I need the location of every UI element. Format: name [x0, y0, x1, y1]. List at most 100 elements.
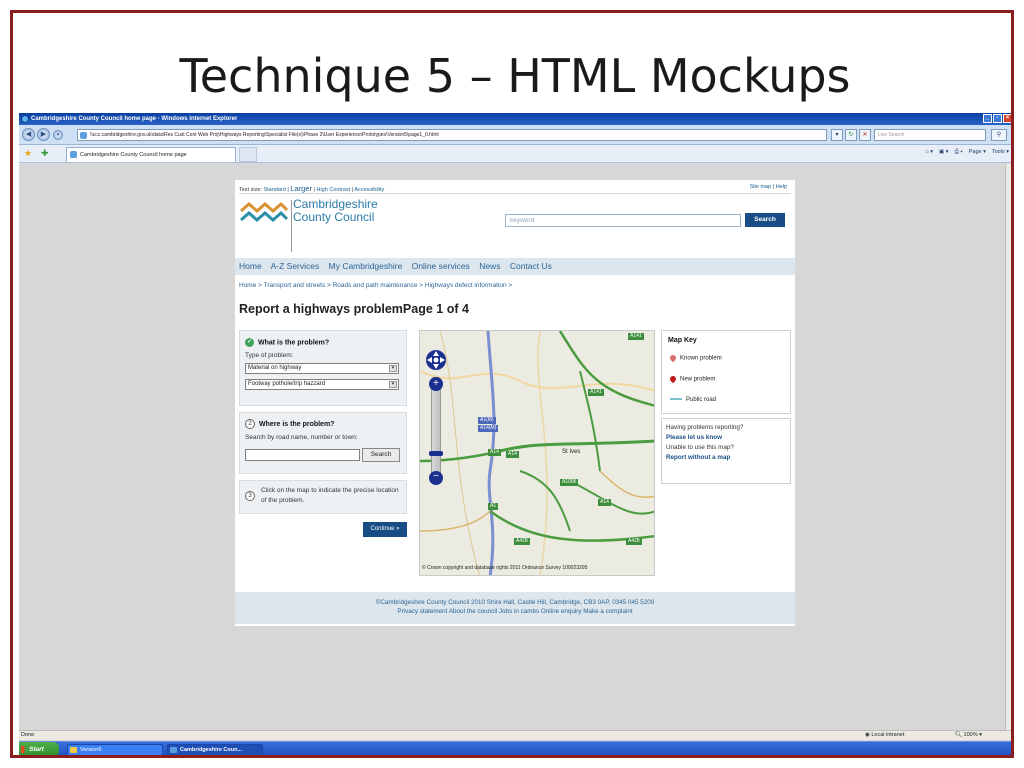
continue-button[interactable]: Continue » [363, 522, 407, 537]
help-question: Unable to use this map? [666, 444, 734, 451]
browser-window: Cambridgeshire County Council home page … [19, 113, 1011, 755]
search-icon[interactable]: ⚲ [991, 129, 1007, 141]
site-search-input[interactable]: keyword [505, 214, 741, 227]
road-search-button[interactable]: Search [362, 448, 400, 462]
print-icon[interactable]: ⎙ ▾ [954, 149, 962, 156]
zoom-level[interactable]: 🔍︎ 100% ▾ [955, 731, 982, 740]
council-logo[interactable]: Cambridgeshire County Council [239, 198, 378, 252]
stop-icon[interactable]: ✕ [859, 129, 871, 141]
let-us-know-link[interactable]: Please let us know [666, 433, 786, 443]
main-nav: Home A-Z Services My Cambridgeshire Onli… [235, 258, 795, 275]
problem-type-select[interactable]: Material on highway ▾ [245, 363, 399, 374]
start-button[interactable]: Start [19, 742, 59, 755]
tab-toolbar: ★ ✚ Cambridgeshire County Council home p… [19, 145, 1011, 163]
folder-icon [70, 747, 77, 753]
problem-type-title: What is the problem? [258, 339, 330, 347]
utility-right-links: Site map | Help [749, 184, 787, 190]
taskbar-item-browser[interactable]: Cambridgeshire Coun... [167, 744, 263, 755]
key-public-road: Public road [670, 397, 716, 403]
nav-contact-us[interactable]: Contact Us [510, 261, 552, 271]
jobs-link[interactable]: Jobs in cambs [499, 608, 539, 615]
browser-viewport: Text size: Standard | Larger | High Cont… [19, 164, 1005, 730]
address-dropdown-icon[interactable]: ▾ [831, 129, 843, 141]
window-title: Cambridgeshire County Council home page … [31, 116, 238, 122]
zoom-handle[interactable] [429, 451, 443, 456]
map[interactable]: + − A141 A141 A1(M) A14(M) A14 A14 A1096… [419, 330, 655, 576]
new-tab-button[interactable] [239, 147, 257, 162]
nav-home[interactable]: Home [239, 261, 262, 271]
page-menu[interactable]: Page ▾ [969, 149, 986, 156]
page-icon [70, 151, 77, 158]
problem-type-label: Type of problem: [245, 352, 294, 359]
privacy-link[interactable]: Privacy statement [397, 608, 447, 615]
window-titlebar: Cambridgeshire County Council home page … [19, 113, 1011, 125]
road-label: A428 [626, 538, 642, 545]
map-key-title: Map Key [668, 337, 697, 344]
footer-address: ©Cambridgeshire County Council 2010 Shir… [375, 599, 655, 606]
about-link[interactable]: About the council [449, 608, 497, 615]
live-search-input[interactable]: Live Search [874, 129, 986, 141]
key-label: Public road [686, 397, 717, 403]
location-title: Where is the problem? [259, 420, 335, 428]
problem-type-panel: ✓ What is the problem? Type of problem: M… [239, 330, 407, 406]
tab-label: Cambridgeshire County Council home page [80, 152, 187, 158]
feeds-icon[interactable]: ▣ ▾ [939, 149, 949, 156]
vertical-scrollbar[interactable] [1005, 164, 1011, 730]
map-key: Map Key Known problem New problem Public… [661, 330, 791, 414]
map-roads [420, 331, 654, 575]
site-map-link[interactable]: Site map [749, 184, 771, 190]
zoom-icon: 🔍︎ [955, 732, 964, 738]
divider [239, 193, 791, 194]
nav-my-cambridgeshire[interactable]: My Cambridgeshire [329, 261, 403, 271]
browser-tab[interactable]: Cambridgeshire County Council home page [66, 147, 236, 162]
history-dropdown-icon[interactable]: ▾ [53, 130, 63, 140]
nav-az-services[interactable]: A-Z Services [271, 261, 320, 271]
map-copyright: © Crown copyright and database rights 20… [422, 565, 588, 571]
reporting-help: Having problems reporting? Please let us… [661, 418, 791, 484]
taskbar-item-folder[interactable]: Version5 [67, 744, 163, 755]
report-without-map-link[interactable]: Report without a map [666, 453, 786, 463]
key-known-problem: Known problem [668, 353, 722, 363]
slide-frame: Technique 5 – HTML Mockups Cambridgeshir… [10, 10, 1014, 758]
breadcrumb[interactable]: Home > Transport and streets > Roads and… [239, 282, 512, 289]
forward-arrow-icon[interactable]: ▶ [37, 128, 50, 141]
chevron-down-icon: ▾ [389, 365, 397, 372]
road-label: A14 [488, 449, 501, 456]
add-favorites-icon[interactable]: ✚ [41, 148, 49, 159]
problem-subtype-select[interactable]: Footway pothole/trip hazzard ▾ [245, 379, 399, 390]
map-town-label: St Ives [562, 449, 581, 455]
enquiry-link[interactable]: Online enquiry [541, 608, 582, 615]
zoom-in-icon[interactable]: + [429, 377, 443, 391]
check-icon: ✓ [245, 338, 254, 347]
text-size-larger-link[interactable]: Larger [290, 184, 312, 193]
step-number-icon: 2 [245, 419, 255, 429]
help-link[interactable]: Help [776, 184, 787, 190]
zoom-out-icon[interactable]: − [429, 471, 443, 485]
minimize-button[interactable]: _ [983, 114, 992, 123]
zoom-slider[interactable] [431, 377, 441, 483]
road-search-input[interactable] [245, 449, 360, 461]
slide-title: Technique 5 – HTML Mockups [179, 49, 851, 103]
complaint-link[interactable]: Make a complaint [583, 608, 632, 615]
nav-news[interactable]: News [479, 261, 500, 271]
help-question: Having problems reporting? [666, 424, 744, 431]
favorites-star-icon[interactable]: ★ [24, 148, 32, 159]
back-arrow-icon[interactable]: ◀ [22, 128, 35, 141]
refresh-icon[interactable]: ↻ [845, 129, 857, 141]
road-label: A14(M) [478, 425, 499, 432]
restore-button[interactable]: ▫ [993, 114, 1002, 123]
site-search-button[interactable]: Search [745, 213, 785, 227]
home-icon[interactable]: ⌂ ▾ [925, 149, 933, 156]
tools-menu[interactable]: Tools ▾ [992, 149, 1009, 156]
key-new-problem: New problem [668, 374, 715, 384]
close-button[interactable]: × [1003, 114, 1011, 123]
taskbar-item-label: Version5 [80, 747, 102, 753]
nav-online-services[interactable]: Online services [412, 261, 470, 271]
new-problem-pin-icon [668, 374, 678, 384]
page-icon [80, 132, 87, 139]
logo-divider [291, 200, 292, 252]
zone-label: Local intranet [871, 732, 905, 738]
map-pan-icon[interactable] [425, 349, 447, 371]
road-label: A428 [514, 538, 530, 545]
address-bar[interactable]: \\ccc.cambridgeshire.gov.uk\data\Res Cus… [77, 129, 827, 141]
